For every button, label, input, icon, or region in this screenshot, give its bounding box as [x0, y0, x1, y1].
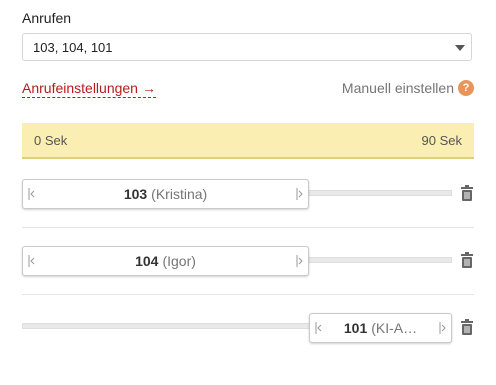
extension-name: (Igor)	[162, 253, 196, 269]
row-divider	[22, 294, 474, 295]
timeline-header: 0 Sek 90 Sek	[22, 123, 474, 159]
row-track[interactable]	[22, 323, 317, 329]
call-settings-link[interactable]: Anrufeinstellungen →	[22, 80, 156, 98]
trash-icon[interactable]	[460, 185, 474, 201]
dropdown-caret-icon[interactable]	[455, 45, 465, 51]
timeline-start-label: 0 Sek	[34, 133, 68, 148]
row-track[interactable]	[300, 190, 452, 196]
help-icon[interactable]: ?	[458, 80, 474, 96]
manual-setting[interactable]: Manuell einstellen ?	[342, 80, 474, 96]
resize-right-icon[interactable]	[296, 255, 303, 267]
timeline-end-label: 90 Sek	[421, 133, 462, 148]
row-divider	[22, 227, 474, 228]
duration-slider-handle[interactable]: 104 (Igor)	[22, 246, 309, 276]
resize-left-icon[interactable]	[315, 322, 322, 334]
duration-slider-handle[interactable]: 101 (KI-A…	[309, 313, 452, 343]
extension-number: 103	[123, 186, 148, 202]
row-track[interactable]	[300, 257, 452, 263]
extension-name: (Kristina)	[151, 186, 208, 202]
resize-left-icon[interactable]	[28, 188, 35, 200]
manual-setting-label: Manuell einstellen	[341, 80, 454, 96]
resize-right-icon[interactable]	[439, 322, 446, 334]
resize-left-icon[interactable]	[28, 255, 35, 267]
field-label: Anrufen	[22, 10, 72, 26]
extensions-select[interactable]: 103, 104, 101	[22, 33, 472, 61]
extension-number: 101	[343, 320, 368, 336]
call-settings-label: Anrufeinstellungen	[22, 80, 138, 96]
arrow-right-icon: →	[141, 80, 156, 96]
extension-number: 104	[135, 253, 159, 269]
extension-name: (KI-A…	[371, 320, 418, 336]
duration-slider-handle[interactable]: 103 (Kristina)	[22, 179, 309, 209]
trash-icon[interactable]	[460, 252, 474, 268]
select-value: 103, 104, 101	[33, 40, 113, 55]
trash-icon[interactable]	[460, 319, 474, 335]
resize-right-icon[interactable]	[296, 188, 303, 200]
